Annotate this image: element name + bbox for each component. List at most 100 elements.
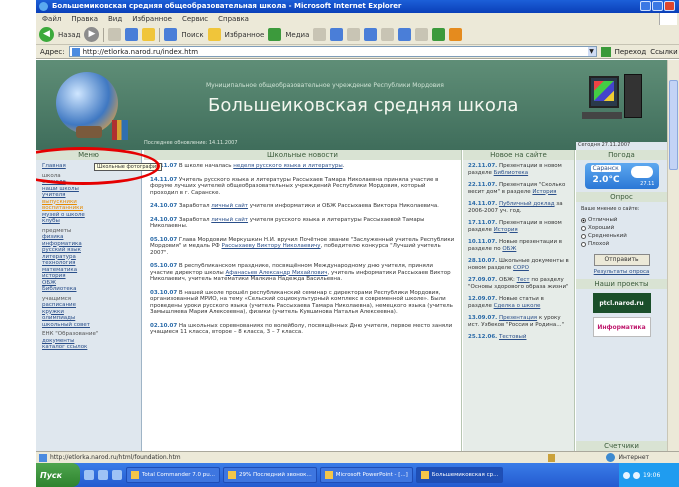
menu-view[interactable]: Вид <box>108 15 122 23</box>
poll-submit-button[interactable]: Отправить <box>593 254 650 266</box>
whats-new-item: 13.09.07. Презентация к уроку ист. Узбек… <box>468 315 569 328</box>
back-arrow-icon[interactable]: ◀ <box>39 27 54 42</box>
radio-button[interactable] <box>581 233 586 239</box>
poll-option[interactable]: Хороший <box>576 224 667 232</box>
header-subtitle: Муниципальное общеобразовательное учрежд… <box>206 82 444 89</box>
media-icon[interactable] <box>268 28 282 41</box>
excel-icon[interactable] <box>432 28 446 41</box>
edit-icon[interactable] <box>364 28 378 41</box>
scrollbar-thumb[interactable] <box>669 80 678 170</box>
screen: Большемиковская средняя общеобразователь… <box>0 0 679 487</box>
poll-option[interactable]: Отличный <box>576 216 667 224</box>
address-dropdown-icon[interactable]: ▼ <box>587 47 596 56</box>
menu-help[interactable]: Справка <box>218 15 249 23</box>
menu-file[interactable]: Файл <box>42 15 61 23</box>
address-url[interactable]: http://etlorka.narod.ru/index.htm <box>83 48 199 56</box>
lock-icon <box>548 454 555 462</box>
whats-new-link[interactable]: Библиотека <box>494 170 528 176</box>
whats-new-link[interactable]: История <box>494 227 518 233</box>
radio-button[interactable] <box>581 225 586 231</box>
quick-launch-icon[interactable] <box>98 470 108 480</box>
taskbar-button[interactable]: 29% Последний звонок... <box>222 467 317 483</box>
weather-date: 27.11 <box>640 181 655 187</box>
system-tray: 19:06 <box>619 463 679 487</box>
computer-tower-image <box>624 74 642 118</box>
poll-results-link[interactable]: Результаты опроса <box>576 269 667 275</box>
tray-icon[interactable] <box>633 471 640 479</box>
go-arrow-icon[interactable] <box>600 46 611 57</box>
poll-option[interactable]: Средненький <box>576 232 667 240</box>
news-link[interactable]: неделя русского языка и литературы <box>233 163 342 169</box>
discuss-icon[interactable] <box>381 28 395 41</box>
tray-icon[interactable] <box>623 471 630 479</box>
whats-new-link[interactable]: Сделка о школе <box>494 303 541 309</box>
news-item: 05.10.07 В республиканском празднике, по… <box>150 263 455 283</box>
taskbar-button-label: 29% Последний звонок... <box>238 472 312 478</box>
news-link[interactable]: Афанасьев Александр Михайлович <box>226 270 328 276</box>
media-button-label[interactable]: Медиа <box>285 31 309 39</box>
quick-launch-icon[interactable] <box>84 470 94 480</box>
news-text: . <box>342 163 345 169</box>
whats-new-link[interactable]: ОБЖ <box>502 246 516 252</box>
window-titlebar[interactable]: Большемиковская средняя общеобразователь… <box>36 0 679 13</box>
forward-arrow-icon[interactable]: ▶ <box>84 27 100 42</box>
refresh-icon[interactable] <box>125 28 139 41</box>
news-text: учителя информатики и ОБЖ Рассыхаева Вик… <box>248 203 439 209</box>
taskbar-button[interactable]: Большемиковская ср... <box>415 467 504 483</box>
project-banner-informatics[interactable]: Информатика <box>592 317 651 337</box>
menu-favorites[interactable]: Избранное <box>132 15 172 23</box>
whats-new-link[interactable]: СОРО <box>513 265 529 271</box>
whats-new-date: 13.09.07. <box>468 315 498 321</box>
stop-icon[interactable] <box>108 28 122 41</box>
whats-new-link[interactable]: Публичный доклад <box>499 201 555 207</box>
powerpoint-icon[interactable] <box>449 28 463 41</box>
whats-new-link[interactable]: Презентация <box>499 315 537 321</box>
news-link[interactable]: личный сайт <box>211 217 248 223</box>
mail-icon[interactable] <box>330 28 344 41</box>
project-banner-ptcl[interactable]: ptcl.narod.ru <box>592 293 651 313</box>
maximize-button[interactable] <box>652 1 663 11</box>
whats-new-link[interactable]: История <box>532 189 556 195</box>
quick-launch-icon[interactable] <box>112 470 122 480</box>
whats-new-link[interactable]: Тест <box>517 277 530 283</box>
back-button-label[interactable]: Назад <box>58 31 80 39</box>
internet-explorer-icon <box>39 2 48 11</box>
history-icon[interactable] <box>313 28 327 41</box>
favorites-star-icon[interactable] <box>207 28 221 41</box>
menu-edit[interactable]: Правка <box>71 15 98 23</box>
whats-new-link[interactable]: Тестовый <box>499 334 527 340</box>
weather-widget[interactable]: Саранск 2.0°C 27.11 <box>584 163 659 189</box>
menu-tools[interactable]: Сервис <box>182 15 208 23</box>
poll-option[interactable]: Плохой <box>576 240 667 248</box>
minimize-button[interactable] <box>640 1 651 11</box>
radio-button[interactable] <box>581 217 586 223</box>
home-icon[interactable] <box>142 28 156 41</box>
links-button[interactable]: Ссылки <box>650 48 678 56</box>
radio-button[interactable] <box>581 241 586 247</box>
menu-link[interactable]: школьный совет <box>42 322 135 329</box>
whats-new-item: 12.09.07. Новые статьи в разделе Сделка … <box>468 296 569 309</box>
counters-section: Счетчики <box>576 441 667 451</box>
favorites-button-label[interactable]: Избранное <box>225 31 265 39</box>
menu-link[interactable]: каталог ссылок <box>42 344 135 351</box>
address-input[interactable]: http://etlorka.narod.ru/index.htm ▼ <box>68 46 597 57</box>
news-item: 14.11.07 В школе началась неделя русског… <box>150 163 455 170</box>
word-icon[interactable] <box>398 28 412 41</box>
taskbar-button[interactable]: Microsoft PowerPoint - [...] <box>319 467 413 483</box>
search-icon[interactable] <box>164 28 178 41</box>
messenger-icon[interactable] <box>415 28 429 41</box>
search-button-label[interactable]: Поиск <box>181 31 203 39</box>
poll-title: Опрос <box>576 192 667 202</box>
go-button[interactable]: Переход <box>615 48 647 56</box>
close-button[interactable] <box>664 1 675 11</box>
start-button[interactable]: Пуск <box>36 463 80 487</box>
print-icon[interactable] <box>347 28 361 41</box>
books-image <box>112 120 128 140</box>
vertical-scrollbar[interactable] <box>667 60 679 451</box>
menu-link[interactable]: Библиотека <box>42 286 135 293</box>
news-link[interactable]: личный сайт <box>211 203 248 209</box>
taskbar-button[interactable]: Total Commander 7.0 pu... <box>126 467 220 483</box>
menu-link[interactable]: клубы <box>42 218 135 225</box>
news-link[interactable]: Рассыхаеву Виктору Николаевичу <box>222 243 321 249</box>
news-text: На школьных соревнованиях по волейболу, … <box>150 322 453 336</box>
